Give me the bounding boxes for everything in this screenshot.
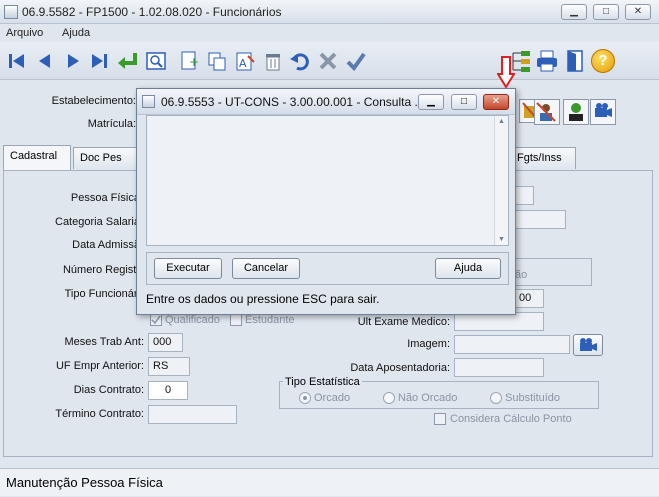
first-icon[interactable]: [6, 50, 28, 72]
uf-empr-field[interactable]: RS: [148, 357, 190, 376]
qualificado-checkbox[interactable]: [150, 314, 162, 326]
estudante-checkbox[interactable]: [230, 314, 242, 326]
scroll-down-icon[interactable]: ▼: [498, 236, 505, 243]
person-id-icon[interactable]: [563, 99, 589, 125]
dialog-close-button[interactable]: ✕: [483, 94, 509, 110]
dialog-minimize-button[interactable]: ▁: [418, 94, 444, 110]
pessoa-fisica-field-partial[interactable]: [514, 186, 534, 205]
dias-contrato-field[interactable]: 0: [148, 381, 188, 400]
query-textarea[interactable]: ▲ ▼: [146, 115, 509, 246]
tipo-estatistica-label: Tipo Estatística: [283, 376, 362, 388]
app-icon: [4, 5, 18, 19]
nao-orcado-radio[interactable]: [383, 392, 395, 404]
registro-partial-text: ão: [515, 269, 528, 281]
close-button[interactable]: ✕: [625, 4, 651, 20]
svg-text:+: +: [189, 55, 199, 69]
substituido-radio[interactable]: [490, 392, 502, 404]
tab-doc-pes[interactable]: Doc Pes: [73, 147, 137, 169]
executar-button[interactable]: Executar: [154, 258, 222, 279]
prev-icon[interactable]: [34, 50, 56, 72]
matricula-label: Matrícula:: [87, 118, 136, 130]
tipo-field-partial[interactable]: 00: [514, 289, 544, 308]
textarea-scrollbar[interactable]: ▲ ▼: [494, 116, 508, 245]
ult-exame-label: Ult Exame Medico:: [357, 316, 450, 328]
meses-trab-label: Meses Trab Ant:: [64, 336, 144, 348]
dialog-title: 06.9.5553 - UT-CONS - 3.00.00.001 - Cons…: [161, 95, 425, 109]
tab-cadastral[interactable]: Cadastral: [3, 145, 71, 170]
nao-orcado-label: Não Orcado: [398, 392, 458, 404]
copy-icon[interactable]: [206, 50, 228, 72]
window-title: 06.9.5582 - FP1500 - 1.02.08.020 - Funci…: [22, 5, 282, 19]
data-aposentadoria-label: Data Aposentadoria:: [350, 362, 450, 374]
edit-icon[interactable]: A: [234, 50, 256, 72]
dialog-app-icon: [142, 95, 155, 108]
camera-icon: [580, 338, 597, 351]
uf-empr-label: UF Empr Anterior:: [55, 360, 144, 372]
categoria-field-partial[interactable]: [514, 210, 566, 229]
imagem-label: Imagem:: [407, 338, 450, 350]
new-icon[interactable]: +: [178, 50, 200, 72]
next-icon[interactable]: [62, 50, 84, 72]
camera-icon[interactable]: [590, 99, 616, 125]
annotation-arrow-icon: [497, 56, 515, 88]
meses-trab-field[interactable]: 000: [148, 333, 183, 352]
substituido-label: Substituído: [505, 392, 561, 404]
tipo-funcionario-label: Tipo Funcionári: [64, 288, 140, 300]
considera-calculo-label: Considera Cálculo Ponto: [450, 413, 572, 425]
menu-bar: [0, 24, 659, 42]
estudante-label: Estudante: [245, 314, 295, 326]
estabelecimento-label: Estabelecimento:: [51, 95, 136, 107]
termino-contrato-label: Término Contrato:: [55, 408, 144, 420]
scroll-up-icon[interactable]: ▲: [498, 118, 505, 125]
status-bar: Manutenção Pessoa Física: [0, 468, 659, 496]
qualificado-label: Qualificado: [165, 314, 221, 326]
imagem-field[interactable]: [454, 335, 570, 354]
orcado-radio[interactable]: [299, 392, 311, 404]
pessoa-fisica-label: Pessoa Física: [70, 192, 140, 204]
confirm-icon[interactable]: [345, 50, 367, 72]
person-edit-icon[interactable]: [534, 99, 560, 125]
delete-icon[interactable]: [262, 50, 284, 72]
cancelar-button[interactable]: Cancelar: [232, 258, 300, 279]
dialog-maximize-button[interactable]: □: [451, 94, 477, 110]
menu-arquivo[interactable]: Arquivo: [6, 27, 43, 39]
svg-text:A: A: [239, 57, 247, 70]
consulta-dialog: 06.9.5553 - UT-CONS - 3.00.00.001 - Cons…: [136, 88, 516, 315]
cancel-icon[interactable]: [317, 50, 339, 72]
orcado-label: Orcado: [314, 392, 351, 404]
data-admissao-label: Data Admissã: [72, 239, 140, 251]
menu-ajuda[interactable]: Ajuda: [62, 27, 90, 39]
undo-icon[interactable]: [289, 50, 311, 72]
data-aposentadoria-field[interactable]: [454, 358, 544, 377]
ajuda-button[interactable]: Ajuda: [435, 258, 501, 279]
considera-calculo-checkbox[interactable]: [434, 413, 446, 425]
help-icon[interactable]: ?: [591, 49, 615, 73]
zoom-icon[interactable]: [145, 50, 167, 72]
print-icon[interactable]: [535, 49, 559, 73]
minimize-button[interactable]: ▁: [561, 4, 587, 20]
last-icon[interactable]: [88, 50, 110, 72]
maximize-button[interactable]: □: [593, 4, 619, 20]
numero-registro-label: Número Registr: [62, 264, 140, 276]
termino-contrato-field[interactable]: [148, 405, 237, 424]
categoria-salarial-label: Categoria Salaria: [55, 216, 140, 228]
imagem-camera-button[interactable]: [573, 334, 603, 356]
exit-icon[interactable]: [563, 49, 587, 73]
dialog-message: Entre os dados ou pressione ESC para sai…: [146, 292, 380, 306]
dias-contrato-label: Dias Contrato:: [73, 384, 144, 396]
goto-icon[interactable]: [116, 50, 140, 72]
dialog-button-bar: Executar Cancelar Ajuda: [146, 252, 509, 285]
tab-fgts-inss[interactable]: Fgts/Inss: [514, 147, 576, 169]
